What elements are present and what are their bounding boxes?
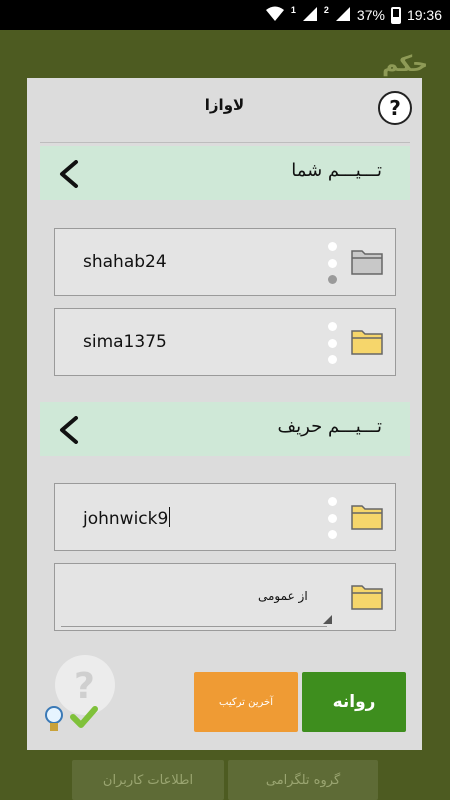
text-cursor xyxy=(169,507,171,527)
dot xyxy=(327,497,337,506)
player-name-input[interactable]: johnwick9 xyxy=(83,507,171,529)
player-name: shahab24 xyxy=(83,252,167,272)
player-name-text: johnwick9 xyxy=(83,509,169,529)
dot xyxy=(327,513,337,523)
more-options-icon[interactable] xyxy=(327,242,337,284)
status-bar-right: 1 2 37% 19:36 xyxy=(265,0,442,30)
background-title: حکم xyxy=(382,52,428,77)
notification-badge: 2 xyxy=(323,5,329,15)
dot xyxy=(327,338,337,348)
dot xyxy=(327,242,337,251)
go-button[interactable]: روانه xyxy=(302,672,406,732)
dot xyxy=(327,530,337,539)
signal-badge: 1 xyxy=(290,5,296,15)
dot xyxy=(327,258,337,268)
users-info-button: اطلاعات کاربران xyxy=(72,760,224,800)
player-row-2[interactable]: sima1375 xyxy=(54,308,396,376)
opponent-team-title: تـــیـــم حریف xyxy=(277,416,382,437)
more-options-icon[interactable] xyxy=(327,497,337,539)
last-combination-button[interactable]: آخرین ترکیب xyxy=(194,672,298,732)
player-name: sima1375 xyxy=(83,332,167,352)
opponent-team-bar[interactable]: تـــیـــم حریف xyxy=(40,402,410,456)
select-value: از عمومی xyxy=(258,589,308,603)
folder-icon[interactable] xyxy=(351,582,383,610)
select-underline xyxy=(61,626,327,627)
player-input-row[interactable]: johnwick9 xyxy=(54,483,396,551)
your-team-title: تـــیـــم شما xyxy=(291,160,382,181)
help-button[interactable]: ? xyxy=(378,91,412,125)
dialog-header: لاوازا ? xyxy=(27,78,422,138)
status-bar: 1 2 37% 19:36 xyxy=(0,0,450,30)
telegram-group-button: گروه تلگرامی xyxy=(228,760,378,800)
header-divider xyxy=(40,142,410,143)
player-row-1[interactable]: shahab24 xyxy=(54,228,396,296)
signal2-icon xyxy=(335,6,351,25)
dialog-title: لاوازا xyxy=(204,96,245,114)
more-options-icon[interactable] xyxy=(327,322,337,364)
dot xyxy=(327,322,337,331)
team-dialog: لاوازا ? تـــیـــم شما shahab24 sima1375 xyxy=(27,78,422,750)
signal-icon xyxy=(302,6,318,25)
battery-icon xyxy=(390,6,401,24)
clock: 19:36 xyxy=(406,7,442,23)
folder-icon[interactable] xyxy=(351,247,383,275)
partner-select[interactable]: از عمومی xyxy=(54,563,396,631)
your-team-bar[interactable]: تـــیـــم شما xyxy=(40,146,410,200)
dot xyxy=(327,275,337,284)
hint-area: ? xyxy=(43,653,118,738)
chevron-left-icon[interactable] xyxy=(58,416,80,448)
dropdown-arrow-icon[interactable] xyxy=(323,615,332,624)
folder-icon[interactable] xyxy=(351,327,383,355)
battery-percent: 37% xyxy=(356,7,385,23)
dot xyxy=(327,355,337,364)
chevron-left-icon[interactable] xyxy=(58,160,80,192)
wifi-icon xyxy=(265,6,285,25)
svg-text:?: ? xyxy=(74,666,95,707)
folder-icon[interactable] xyxy=(351,502,383,530)
